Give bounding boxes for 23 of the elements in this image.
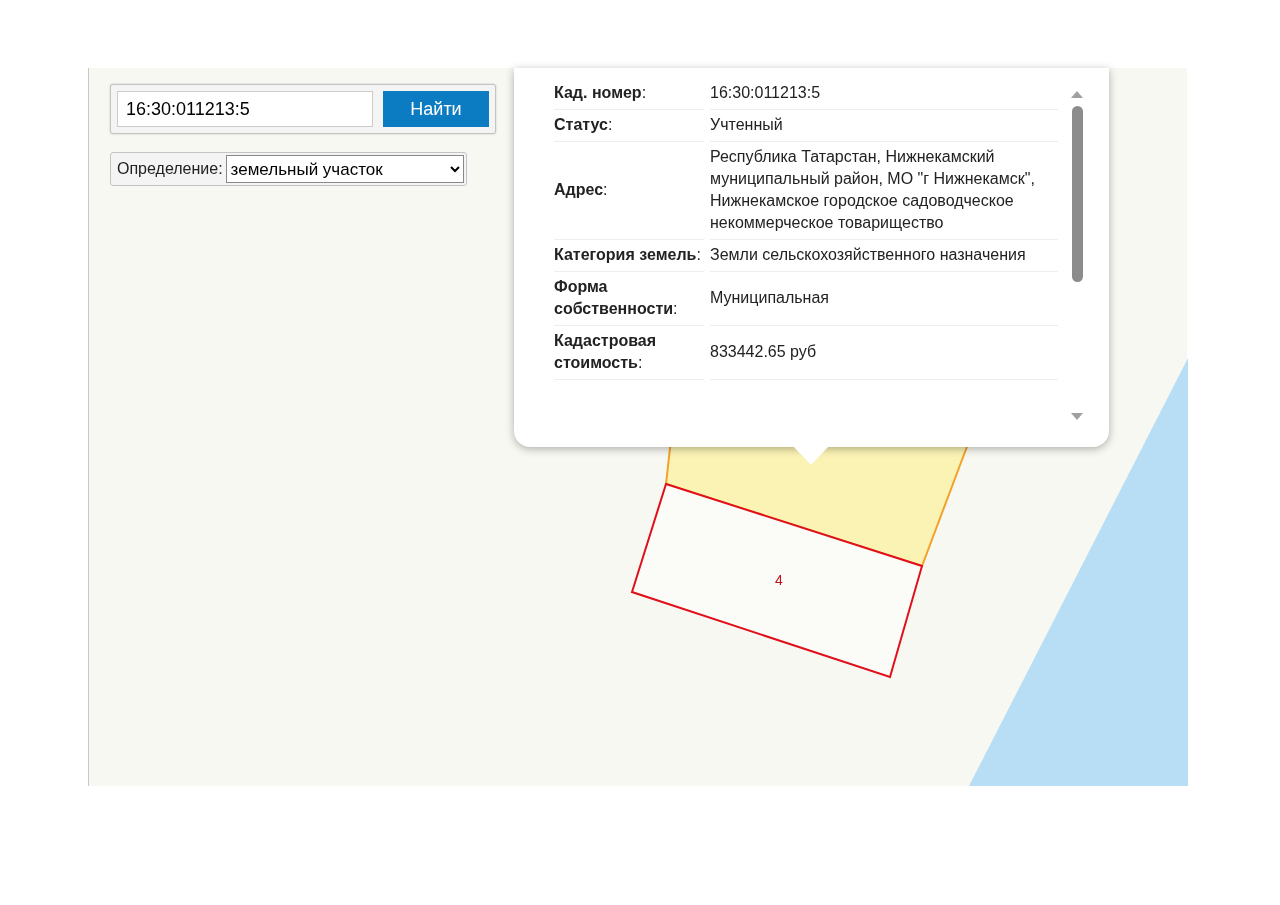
popup-pointer bbox=[793, 446, 829, 466]
definition-label: Определение: bbox=[117, 160, 223, 178]
field-label: Категория земель: bbox=[554, 246, 701, 263]
field-value: Республика Татарстан, Нижнекамский муниципальный район, МО "г Нижнекамск", Нижнекамское городское садоводческое некоммерческое товарищество bbox=[710, 148, 1035, 231]
find-button[interactable]: Найти bbox=[383, 91, 489, 127]
field-label: Форма собственности: bbox=[554, 278, 678, 317]
field-label: Адрес: bbox=[554, 181, 608, 198]
definition-select[interactable]: земельный участок bbox=[225, 155, 464, 183]
field-value: 833442.65 руб bbox=[710, 343, 817, 360]
field-value: Учтенный bbox=[710, 116, 783, 133]
scroll-thumb[interactable] bbox=[1071, 106, 1083, 282]
search-field[interactable]: 16:30:011213:5 bbox=[117, 91, 373, 127]
field-label: Статус: bbox=[554, 116, 613, 133]
field-value: Муниципальная bbox=[710, 289, 829, 306]
field-value: 16:30:011213:5 bbox=[710, 84, 821, 101]
parcel-number: 4 bbox=[775, 572, 783, 588]
land-parcel[interactable] bbox=[630, 482, 924, 679]
scroll-up-icon[interactable] bbox=[1071, 90, 1083, 98]
scroll-down-icon[interactable] bbox=[1071, 413, 1083, 421]
field-value: Земли сельскохозяйственного назначения bbox=[710, 246, 1026, 263]
map-canvas[interactable] bbox=[88, 68, 1187, 786]
field-label: Кад. номер: bbox=[554, 84, 647, 101]
field-label: Кадастровая стоимость: bbox=[554, 332, 657, 371]
